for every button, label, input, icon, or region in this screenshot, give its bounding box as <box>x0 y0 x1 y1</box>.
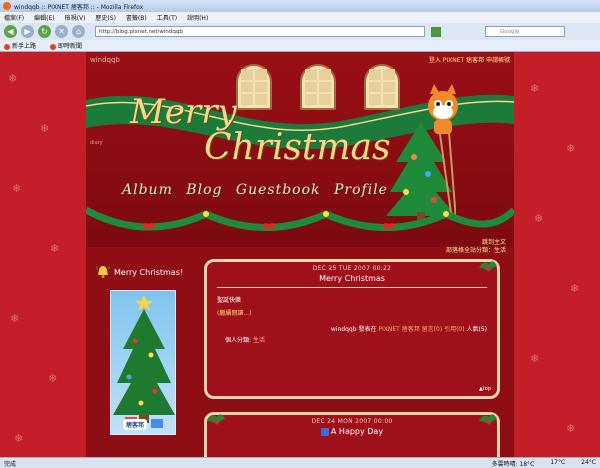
window-titlebar: windqqb :: PIXNET 痞客邦 :: - Mozilla Firef… <box>0 0 600 12</box>
post-divider <box>217 287 487 288</box>
temp-high: 24°C <box>581 458 596 466</box>
search-input[interactable]: Google <box>485 26 565 37</box>
post-category: 個人分類: 生活 <box>207 335 497 344</box>
category-label: 個人分類: <box>225 337 252 344</box>
url-input[interactable]: http://blog.pixnet.net/windqqb <box>95 26 425 37</box>
post-date: DEC 25 TUE 2007 00:22 <box>312 265 392 272</box>
feed-icon <box>50 43 57 50</box>
blog-banner: windqqb 登入 PIXNET 痞客邦 申請帳號 Merry Christm… <box>86 52 514 247</box>
window-decoration <box>236 64 400 110</box>
snowflake-icon: ❄ <box>12 182 22 195</box>
nav-guestbook[interactable]: Guestbook <box>236 182 321 198</box>
nav-profile[interactable]: Profile <box>334 182 388 198</box>
snowflake-icon: ❄ <box>48 372 58 385</box>
post-title[interactable]: A Happy Day <box>207 427 497 436</box>
snowflake-icon: ❄ <box>8 72 18 85</box>
category-value-link[interactable]: 生活 <box>253 337 265 344</box>
snowflake-icon: ❄ <box>10 312 20 325</box>
christmas-heading: Christmas <box>204 127 391 168</box>
post-body-text: 聖誕快樂 <box>217 297 242 304</box>
window-icon <box>300 64 336 110</box>
window-icon <box>364 64 400 110</box>
sub-links: 跳到主文 部落格全站分類：生活 <box>446 239 506 255</box>
menu-help[interactable]: 說明(H) <box>187 13 208 22</box>
snowflake-icon: ❄ <box>570 282 580 295</box>
snowflake-icon: ❄ <box>566 422 576 435</box>
blog-name[interactable]: windqqb <box>90 56 120 64</box>
menu-tools[interactable]: 工具(T) <box>157 13 177 22</box>
blog-page: windqqb 登入 PIXNET 痞客邦 申請帳號 Merry Christm… <box>86 52 514 457</box>
status-bar: 完成 多雲時晴: 18°C 17°C 24°C <box>0 457 600 468</box>
views-count: 人氣(5) <box>466 326 488 333</box>
snowflake-icon: ❄ <box>566 142 576 155</box>
snowflake-icon: ❄ <box>40 122 50 135</box>
bookmarks-toolbar: 新手上路 即時新聞 <box>0 40 600 52</box>
merry-heading: Merry <box>130 92 237 132</box>
holly-garland-decoration <box>86 206 514 231</box>
window-title: windqqb :: PIXNET 痞客邦 :: - Mozilla Firef… <box>14 3 144 11</box>
temp-low: 17°C <box>550 458 566 466</box>
comments-link[interactable]: 留言(0) <box>422 326 443 333</box>
menu-edit[interactable]: 編輯(E) <box>34 13 54 22</box>
bookmark-item[interactable]: 新手上路 <box>4 41 36 50</box>
sidebar-image: 痞客邦 <box>110 290 176 435</box>
category-link[interactable]: 部落格全站分類：生活 <box>446 247 506 255</box>
snowflake-icon: ❄ <box>14 432 24 445</box>
skip-to-content-link[interactable]: 跳到主文 <box>446 239 506 247</box>
snowflake-icon: ❄ <box>50 242 60 255</box>
christmas-tree-icon <box>113 295 175 428</box>
bookmark-item[interactable]: 即時新聞 <box>50 41 82 50</box>
read-more-link[interactable]: (繼續閱讀...) <box>217 309 487 318</box>
go-button[interactable] <box>431 26 441 37</box>
blog-post: DEC 25 TUE 2007 00:22 Merry Christmas 聖誕… <box>204 259 500 399</box>
diary-label: diary <box>90 140 103 146</box>
firefox-icon <box>3 2 11 10</box>
login-links[interactable]: 登入 PIXNET 痞客邦 申請帳號 <box>429 55 510 64</box>
fox-mascot-icon <box>428 84 458 134</box>
menu-bookmarks[interactable]: 書籤(B) <box>126 13 147 22</box>
menu-view[interactable]: 檢視(V) <box>65 13 86 22</box>
page-viewport[interactable]: ❄ ❄ ❄ ❄ ❄ ❄ ❄ ❄ ❄ ❄ ❄ ❄ ❄ windqqb 登入 PIX… <box>0 52 600 457</box>
status-text: 完成 <box>4 460 17 468</box>
window-icon <box>236 64 272 110</box>
bell-icon <box>96 266 110 278</box>
blog-post: DEC 24 MON 2007 00:00 A Happy Day <box>204 412 500 457</box>
post-site-link[interactable]: PIXNET 痞客邦 <box>378 326 419 333</box>
post-date: DEC 24 MON 2007 00:00 <box>311 418 393 425</box>
post-author: windqqb <box>330 326 357 333</box>
reload-icon[interactable]: ↻ <box>38 25 51 38</box>
back-to-top-link[interactable]: ▲top <box>479 386 491 392</box>
snowflake-icon: ❄ <box>530 352 540 365</box>
post-title[interactable]: Merry Christmas <box>207 274 497 283</box>
holly-icon <box>479 261 497 272</box>
snowflake-icon: ❄ <box>530 82 540 95</box>
nav-album[interactable]: Album <box>122 182 173 198</box>
sidebar-title: Merry Christmas! <box>96 265 183 279</box>
menu-history[interactable]: 歷史(S) <box>95 13 116 22</box>
snowflake-icon: ❄ <box>534 212 544 225</box>
stop-icon[interactable]: ✕ <box>55 25 68 38</box>
emoticon-icon <box>320 427 329 436</box>
forward-icon[interactable]: ▶ <box>21 25 34 38</box>
weather-text: 多雲時晴: 18°C <box>491 460 535 468</box>
blog-nav: Album Blog Guestbook Profile <box>122 182 396 198</box>
post-meta-text: 發表在 <box>358 326 377 333</box>
menu-bar: 檔案(F) 編輯(E) 檢視(V) 歷史(S) 書籤(B) 工具(T) 說明(H… <box>0 12 600 23</box>
holly-icon <box>207 414 225 425</box>
sidebar-title-text: Merry Christmas! <box>114 267 184 277</box>
post-meta: windqqb 發表在 PIXNET 痞客邦 留言(0) 引用(0) 人氣(5) <box>207 324 497 333</box>
home-icon[interactable]: ⌂ <box>72 25 85 38</box>
navigation-toolbar: ◀ ▶ ↻ ✕ ⌂ http://blog.pixnet.net/windqqb… <box>0 23 600 40</box>
menu-file[interactable]: 檔案(F) <box>4 13 24 22</box>
pixnet-logo[interactable]: 痞客邦 <box>123 419 148 430</box>
bookmark-icon <box>4 43 10 50</box>
post-title-text: A Happy Day <box>330 427 384 436</box>
back-icon[interactable]: ◀ <box>4 25 17 38</box>
trackback-link[interactable]: 引用(0) <box>444 326 465 333</box>
holly-icon <box>479 414 497 425</box>
nav-blog[interactable]: Blog <box>186 182 222 198</box>
post-body: 聖誕快樂 (繼續閱讀...) <box>207 288 497 318</box>
